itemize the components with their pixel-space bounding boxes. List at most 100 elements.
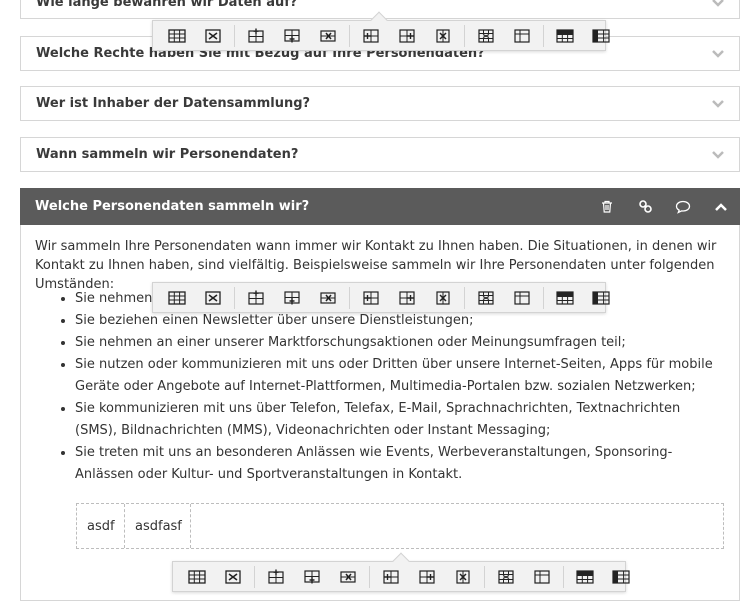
bullet-list: Sie nehmen e Sie beziehen einen Newslett… — [55, 288, 715, 486]
insert-column-before-button[interactable] — [353, 21, 389, 50]
chevron-down-icon — [712, 99, 724, 108]
merge-cells-button[interactable] — [468, 283, 504, 312]
table-toolbar — [172, 552, 630, 592]
split-cell-button[interactable] — [524, 562, 560, 591]
accordion-item-open-header[interactable]: Welche Personendaten sammeln wir? — [20, 188, 740, 225]
delete-table-button[interactable] — [215, 562, 251, 591]
list-item: Sie beziehen einen Newsletter über unser… — [75, 310, 715, 332]
header-column-icon — [612, 569, 630, 584]
table-toolbar — [152, 282, 610, 313]
insert-column-before-button[interactable] — [373, 562, 409, 591]
trash-icon[interactable] — [598, 198, 616, 216]
toolbar-separator — [369, 565, 370, 588]
content-table[interactable]: asdf asdfasf — [76, 503, 724, 549]
table-properties-icon — [168, 28, 186, 43]
split-cell-button[interactable] — [504, 283, 540, 312]
delete-column-button[interactable] — [425, 283, 461, 312]
accordion-item-title: Wie lange bewahren wir Daten auf? — [36, 0, 298, 10]
accordion-item-when-collected[interactable]: Wann sammeln wir Personendaten? — [20, 137, 740, 172]
delete-table-button[interactable] — [195, 21, 231, 50]
chevron-down-icon — [712, 0, 724, 7]
list-item: Sie kommunizieren mit uns über Telefon, … — [75, 398, 715, 442]
toolbar-separator — [563, 565, 564, 588]
insert-column-before-icon — [363, 290, 379, 305]
insert-column-after-button[interactable] — [389, 283, 425, 312]
header-column-button[interactable] — [583, 21, 619, 50]
split-cell-button[interactable] — [504, 21, 540, 50]
header-column-button[interactable] — [603, 562, 639, 591]
accordion-item-owner[interactable]: Wer ist Inhaber der Datensammlung? — [20, 86, 740, 121]
toolbar-separator — [543, 24, 544, 47]
table-properties-icon — [188, 569, 206, 584]
insert-row-above-button[interactable] — [258, 562, 294, 591]
delete-column-button[interactable] — [445, 562, 481, 591]
insert-column-before-button[interactable] — [353, 283, 389, 312]
insert-row-above-button[interactable] — [238, 283, 274, 312]
insert-row-below-icon — [304, 569, 320, 583]
insert-row-above-icon — [248, 290, 264, 305]
table-properties-button[interactable] — [159, 283, 195, 312]
merge-cells-icon — [478, 290, 494, 305]
chevron-up-icon[interactable] — [712, 198, 730, 216]
table-properties-button[interactable] — [159, 21, 195, 50]
header-column-button[interactable] — [583, 283, 619, 312]
toolbar-buttons — [179, 562, 639, 591]
insert-column-after-button[interactable] — [389, 21, 425, 50]
delete-row-icon — [320, 29, 336, 42]
insert-column-after-button[interactable] — [409, 562, 445, 591]
toolbar-separator — [254, 565, 255, 588]
delete-table-icon — [205, 290, 221, 305]
header-row-icon — [576, 569, 594, 584]
delete-row-button[interactable] — [310, 21, 346, 50]
delete-table-icon — [225, 569, 241, 584]
header-row-icon — [556, 28, 574, 43]
merge-cells-button[interactable] — [488, 562, 524, 591]
delete-row-button[interactable] — [310, 283, 346, 312]
header-row-button[interactable] — [547, 283, 583, 312]
delete-row-icon — [340, 570, 356, 583]
header-column-icon — [592, 28, 610, 43]
insert-row-below-button[interactable] — [274, 21, 310, 50]
table-properties-button[interactable] — [179, 562, 215, 591]
split-cell-icon — [514, 290, 530, 305]
delete-table-button[interactable] — [195, 283, 231, 312]
table-cell[interactable]: asdfasf — [125, 504, 191, 548]
comment-icon[interactable] — [674, 198, 692, 216]
delete-table-icon — [205, 28, 221, 43]
insert-row-below-button[interactable] — [294, 562, 330, 591]
toolbar-separator — [349, 24, 350, 47]
table-cell[interactable]: asdf — [77, 504, 125, 548]
merge-cells-icon — [498, 569, 514, 584]
insert-column-after-icon — [419, 569, 435, 584]
delete-row-button[interactable] — [330, 562, 366, 591]
header-row-button[interactable] — [567, 562, 603, 591]
header-column-icon — [592, 290, 610, 305]
header-row-button[interactable] — [547, 21, 583, 50]
toolbar-buttons — [159, 21, 619, 50]
toolbar-separator — [464, 286, 465, 309]
list-item: Sie nutzen oder kommunizieren mit uns od… — [75, 354, 715, 398]
accordion-item-title: Wer ist Inhaber der Datensammlung? — [36, 96, 311, 111]
insert-column-before-icon — [363, 28, 379, 43]
header-row-icon — [556, 290, 574, 305]
delete-column-icon — [436, 28, 450, 43]
delete-column-button[interactable] — [425, 21, 461, 50]
toolbar-separator — [543, 286, 544, 309]
toolbar-separator — [464, 24, 465, 47]
insert-row-below-icon — [284, 290, 300, 304]
insert-column-before-icon — [383, 569, 399, 584]
accordion-item-title: Welche Personendaten sammeln wir? — [35, 199, 310, 214]
delete-column-icon — [436, 290, 450, 305]
link-icon[interactable] — [636, 198, 654, 216]
insert-row-above-button[interactable] — [238, 21, 274, 50]
table-toolbar — [152, 11, 610, 51]
merge-cells-button[interactable] — [468, 21, 504, 50]
insert-row-below-icon — [284, 28, 300, 42]
insert-column-after-icon — [399, 28, 415, 43]
merge-cells-icon — [478, 28, 494, 43]
insert-row-above-icon — [248, 28, 264, 43]
toolbar-separator — [234, 286, 235, 309]
accordion-item-title: Wann sammeln wir Personendaten? — [36, 147, 299, 162]
insert-row-below-button[interactable] — [274, 283, 310, 312]
list-item: Sie nehmen an einer unserer Marktforschu… — [75, 332, 715, 354]
